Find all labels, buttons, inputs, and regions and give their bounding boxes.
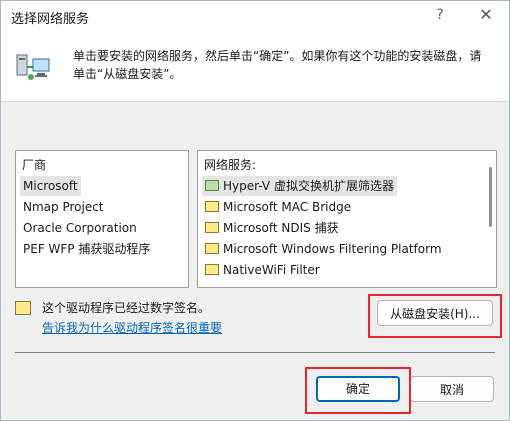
select-network-service-dialog: 选择网络服务 ? ✕ 单击要安装的网络服务，然后单击“确定”。如果你有这个功能的… bbox=[0, 0, 510, 421]
manufacturer-item[interactable]: Nmap Project bbox=[20, 197, 107, 217]
cancel-button[interactable]: 取消 bbox=[410, 376, 494, 402]
network-service-item[interactable]: Hyper-V 虚拟交换机扩展筛选器 bbox=[202, 176, 397, 196]
network-service-icon bbox=[205, 222, 219, 233]
instruction-panel: 单击要安装的网络服务，然后单击“确定”。如果你有这个功能的安装磁盘，请单击“从磁… bbox=[1, 31, 509, 102]
close-button[interactable]: ✕ bbox=[477, 5, 495, 24]
window-title: 选择网络服务 bbox=[11, 12, 90, 27]
network-service-icon bbox=[205, 243, 219, 254]
network-service-list[interactable]: 网络服务: Hyper-V 虚拟交换机扩展筛选器 Microsoft MAC Br… bbox=[197, 150, 497, 288]
network-service-list-header: 网络服务: bbox=[204, 158, 257, 172]
network-service-item[interactable]: Microsoft Windows Filtering Platform bbox=[202, 239, 445, 259]
signed-driver-icon bbox=[15, 301, 31, 315]
network-service-item[interactable]: Microsoft NDIS 捕获 bbox=[202, 218, 342, 238]
manufacturer-item[interactable]: Microsoft bbox=[20, 176, 81, 196]
have-disk-button[interactable]: 从磁盘安装(H)... bbox=[377, 300, 493, 326]
title-bar: 选择网络服务 ? ✕ bbox=[1, 1, 509, 31]
signature-status-text: 这个驱动程序已经过数字签名。 bbox=[42, 301, 211, 315]
network-service-label: Microsoft NDIS 捕获 bbox=[223, 221, 339, 235]
network-service-item[interactable]: NativeWiFi Filter bbox=[202, 260, 323, 280]
manufacturer-item[interactable]: PEF WFP 捕获驱动程序 bbox=[20, 239, 153, 259]
ok-button[interactable]: 确定 bbox=[316, 376, 400, 402]
network-service-label: NativeWiFi Filter bbox=[223, 263, 320, 277]
signature-info-link[interactable]: 告诉我为什么驱动程序签名很重要 bbox=[42, 319, 222, 336]
network-service-icon bbox=[16, 54, 50, 80]
network-service-label: Hyper-V 虚拟交换机扩展筛选器 bbox=[223, 179, 394, 193]
network-service-icon bbox=[205, 201, 219, 212]
manufacturer-item[interactable]: Oracle Corporation bbox=[20, 218, 140, 238]
manufacturer-list-header: 厂商 bbox=[22, 158, 47, 172]
instruction-text: 单击要安装的网络服务，然后单击“确定”。如果你有这个功能的安装磁盘，请单击“从磁… bbox=[73, 49, 482, 81]
network-service-label: Microsoft MAC Bridge bbox=[223, 200, 352, 214]
divider bbox=[15, 352, 495, 353]
network-service-green-icon bbox=[205, 180, 219, 191]
manufacturer-list[interactable]: 厂商 Microsoft Nmap Project Oracle Corporati… bbox=[15, 150, 189, 288]
network-service-item[interactable]: Microsoft MAC Bridge bbox=[202, 197, 354, 217]
network-service-icon bbox=[205, 264, 219, 275]
network-service-label: Microsoft Windows Filtering Platform bbox=[223, 242, 442, 256]
help-button[interactable]: ? bbox=[433, 7, 447, 23]
list-scrollbar[interactable] bbox=[489, 167, 492, 227]
